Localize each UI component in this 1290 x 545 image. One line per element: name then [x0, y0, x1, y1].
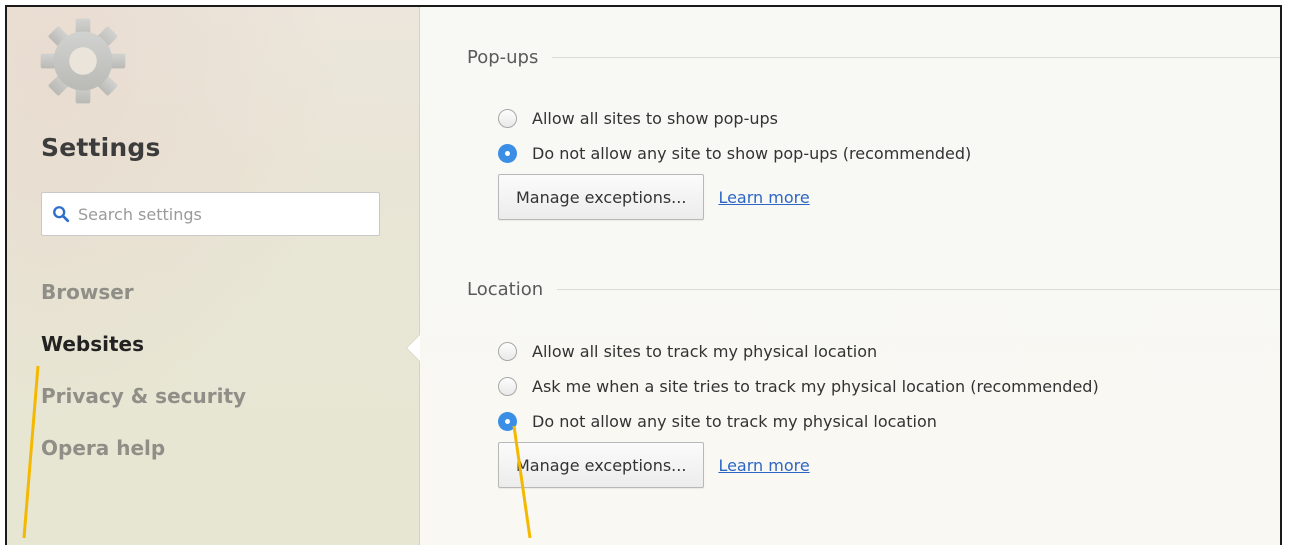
location-section-title: Location: [467, 279, 544, 300]
settings-window: Settings Browser Websites Privacy & secu…: [5, 5, 1282, 545]
location-ask-radio[interactable]: [498, 377, 517, 396]
location-ask-label: Ask me when a site tries to track my phy…: [532, 377, 1099, 396]
location-allow-radio[interactable]: [498, 342, 517, 361]
page-title: Settings: [41, 133, 161, 162]
popups-section-title: Pop-ups: [467, 47, 539, 68]
search-input[interactable]: [78, 204, 358, 224]
location-allow-option[interactable]: Allow all sites to track my physical loc…: [498, 334, 1099, 369]
popups-section-header: Pop-ups: [467, 47, 1280, 68]
location-options: Allow all sites to track my physical loc…: [498, 334, 1099, 488]
popups-manage-exceptions-button[interactable]: Manage exceptions...: [498, 174, 705, 220]
popups-actions: Manage exceptions... Learn more: [498, 174, 971, 220]
popups-block-radio[interactable]: [498, 144, 517, 163]
location-manage-exceptions-button[interactable]: Manage exceptions...: [498, 442, 705, 488]
section-divider: [557, 289, 1280, 290]
location-block-radio[interactable]: [498, 412, 517, 431]
location-block-label: Do not allow any site to track my physic…: [532, 412, 937, 431]
sidebar-nav: Browser Websites Privacy & security Oper…: [41, 277, 246, 485]
popups-options: Allow all sites to show pop-ups Do not a…: [498, 101, 971, 220]
location-block-option[interactable]: Do not allow any site to track my physic…: [498, 404, 1099, 439]
search-icon: [53, 206, 70, 223]
section-divider: [552, 57, 1280, 58]
popups-block-option[interactable]: Do not allow any site to show pop-ups (r…: [498, 136, 971, 171]
location-actions: Manage exceptions... Learn more: [498, 442, 1099, 488]
popups-block-label: Do not allow any site to show pop-ups (r…: [532, 144, 972, 163]
sidebar: Settings Browser Websites Privacy & secu…: [7, 7, 420, 545]
popups-allow-radio[interactable]: [498, 109, 517, 128]
location-learn-more-link[interactable]: Learn more: [718, 456, 809, 475]
location-allow-label: Allow all sites to track my physical loc…: [532, 342, 878, 361]
active-pointer: [407, 335, 420, 361]
sidebar-item-opera-help[interactable]: Opera help: [41, 433, 246, 485]
location-ask-option[interactable]: Ask me when a site tries to track my phy…: [498, 369, 1099, 404]
popups-allow-label: Allow all sites to show pop-ups: [532, 109, 778, 128]
search-box[interactable]: [41, 192, 380, 236]
sidebar-item-websites[interactable]: Websites: [41, 329, 246, 381]
location-section-header: Location: [467, 279, 1280, 300]
gear-icon: [40, 18, 126, 104]
popups-allow-option[interactable]: Allow all sites to show pop-ups: [498, 101, 971, 136]
popups-learn-more-link[interactable]: Learn more: [718, 188, 809, 207]
settings-content: Pop-ups Allow all sites to show pop-ups …: [420, 7, 1280, 545]
sidebar-item-browser[interactable]: Browser: [41, 277, 246, 329]
sidebar-item-privacy-security[interactable]: Privacy & security: [41, 381, 246, 433]
